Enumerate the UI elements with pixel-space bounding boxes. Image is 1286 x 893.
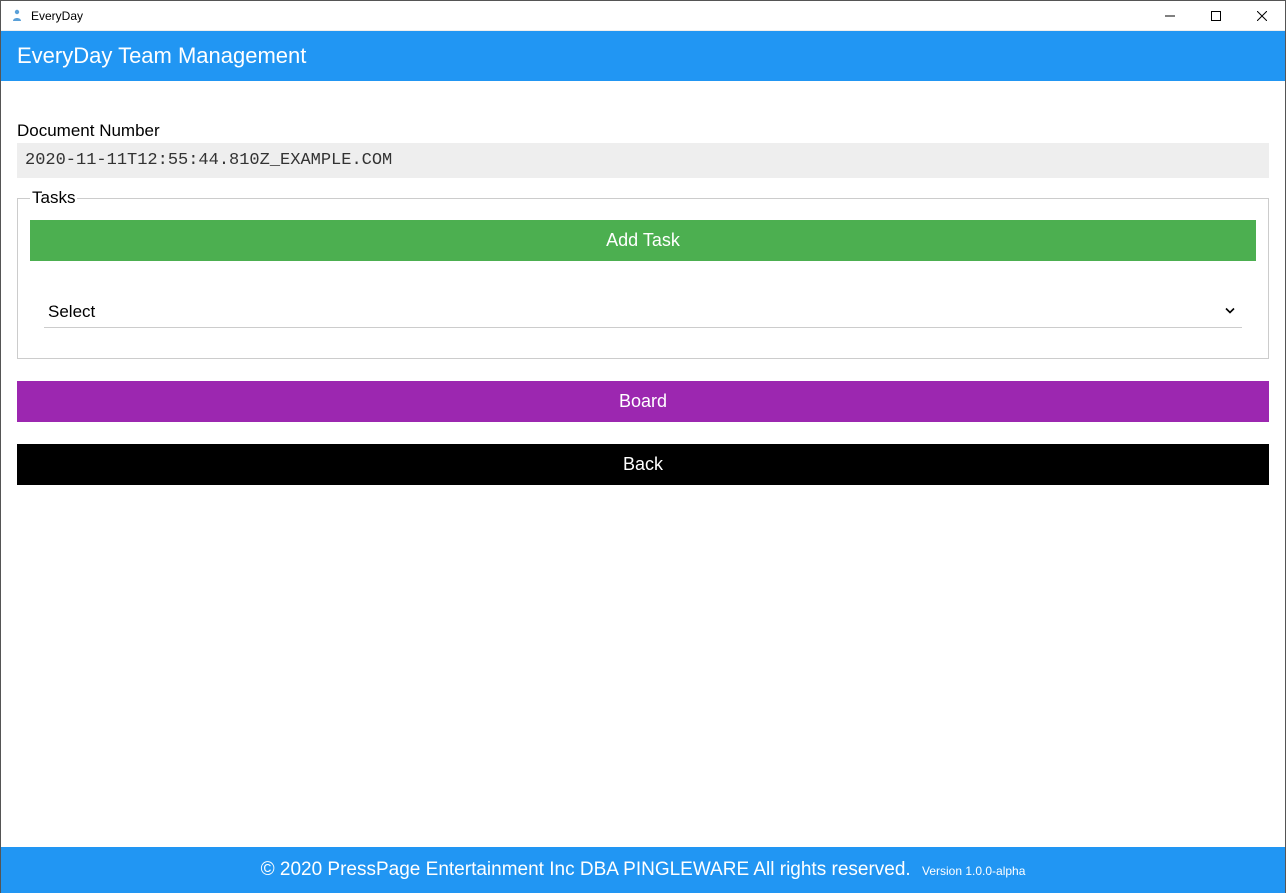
document-number-input[interactable]	[17, 143, 1269, 178]
minimize-button[interactable]	[1147, 1, 1193, 30]
board-button[interactable]: Board	[17, 381, 1269, 422]
app-header: EveryDay Team Management	[1, 31, 1285, 81]
app-icon	[9, 8, 25, 24]
add-task-button[interactable]: Add Task	[30, 220, 1256, 261]
main-content: Document Number Tasks Add Task Select Bo…	[1, 81, 1285, 485]
window-title: EveryDay	[31, 9, 83, 23]
window-controls	[1147, 1, 1285, 30]
tasks-fieldset: Tasks Add Task Select	[17, 188, 1269, 359]
task-select[interactable]: Select	[44, 296, 1242, 328]
titlebar: EveryDay	[1, 1, 1285, 31]
titlebar-left: EveryDay	[9, 8, 83, 24]
tasks-legend: Tasks	[30, 188, 77, 208]
footer-version: Version 1.0.0-alpha	[922, 864, 1025, 878]
document-number-label: Document Number	[17, 121, 1269, 141]
app-header-title: EveryDay Team Management	[17, 43, 306, 68]
maximize-button[interactable]	[1193, 1, 1239, 30]
back-button[interactable]: Back	[17, 444, 1269, 485]
footer-copyright: © 2020 PressPage Entertainment Inc DBA P…	[261, 859, 911, 880]
footer: © 2020 PressPage Entertainment Inc DBA P…	[1, 847, 1285, 893]
close-button[interactable]	[1239, 1, 1285, 30]
